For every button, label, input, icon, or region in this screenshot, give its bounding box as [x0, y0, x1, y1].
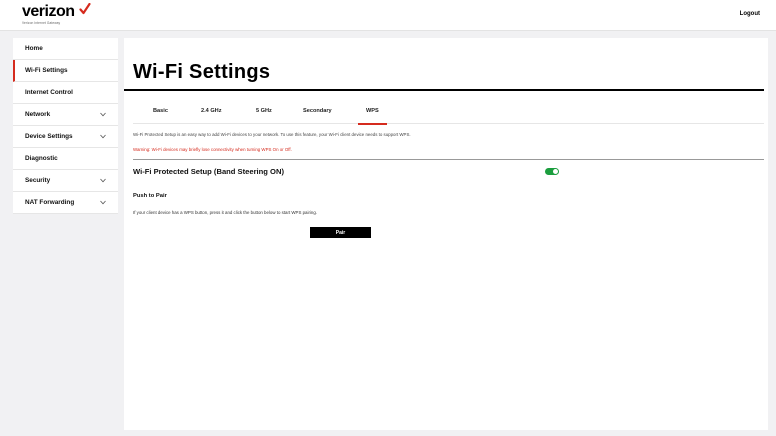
sidebar-item-network[interactable]: Network	[13, 104, 118, 126]
sidebar-nav: Home Wi-Fi Settings Internet Control Net…	[13, 38, 118, 214]
chevron-down-icon	[100, 178, 106, 183]
tab-5-ghz[interactable]: 5 GHz	[256, 106, 272, 124]
sidebar-item-label: Internet Control	[25, 89, 73, 96]
sidebar-item-diagnostic[interactable]: Diagnostic	[13, 148, 118, 170]
push-to-pair-description: If your client device has a WPS button, …	[133, 210, 318, 215]
section-divider	[133, 159, 764, 160]
wifi-tabs: Basic 2.4 GHz 5 GHz Secondary WPS	[133, 106, 764, 125]
brand-wordmark: verizon	[22, 3, 75, 20]
sidebar-item-nat-forwarding[interactable]: NAT Forwarding	[13, 192, 118, 214]
page-title: Wi-Fi Settings	[133, 61, 271, 83]
sidebar-item-label: NAT Forwarding	[25, 199, 75, 206]
sidebar-item-internet-control[interactable]: Internet Control	[13, 82, 118, 104]
sidebar-item-device-settings[interactable]: Device Settings	[13, 126, 118, 148]
main-content-panel: Wi-Fi Settings Basic 2.4 GHz 5 GHz Secon…	[124, 38, 768, 430]
sidebar-item-label: Network	[25, 111, 51, 118]
title-divider	[124, 89, 764, 91]
toggle-knob	[553, 169, 558, 174]
checkmark-icon	[79, 3, 91, 15]
push-to-pair-title: Push to Pair	[133, 193, 167, 199]
chevron-down-icon	[100, 134, 106, 139]
chevron-down-icon	[100, 200, 106, 205]
top-header: verizon Verizon Internet Gateway Logout	[0, 0, 776, 31]
sidebar-item-label: Diagnostic	[25, 155, 58, 162]
sidebar-item-wifi-settings[interactable]: Wi-Fi Settings	[13, 60, 118, 82]
tab-basic[interactable]: Basic	[153, 106, 168, 124]
pair-button[interactable]: Pair	[310, 227, 371, 238]
wps-warning: Warning: Wi-Fi devices may briefly lose …	[133, 147, 292, 152]
sidebar-item-security[interactable]: Security	[13, 170, 118, 192]
wps-toggle[interactable]	[545, 168, 559, 175]
tab-secondary[interactable]: Secondary	[303, 106, 332, 124]
brand-subtitle: Verizon Internet Gateway	[22, 21, 61, 25]
wps-description: Wi-Fi Protected Setup is an easy way to …	[133, 132, 411, 137]
chevron-down-icon	[100, 112, 106, 117]
logout-link[interactable]: Logout	[740, 11, 760, 17]
sidebar-item-label: Home	[25, 45, 43, 52]
verizon-logo[interactable]: verizon Verizon Internet Gateway	[22, 3, 91, 25]
sidebar-item-label: Device Settings	[25, 133, 73, 140]
wps-section-title: Wi-Fi Protected Setup (Band Steering ON)	[133, 167, 284, 176]
tab-2-4-ghz[interactable]: 2.4 GHz	[201, 106, 222, 124]
sidebar-item-home[interactable]: Home	[13, 38, 118, 60]
sidebar-item-label: Wi-Fi Settings	[25, 67, 68, 74]
tab-wps[interactable]: WPS	[358, 106, 387, 125]
sidebar-item-label: Security	[25, 177, 51, 184]
